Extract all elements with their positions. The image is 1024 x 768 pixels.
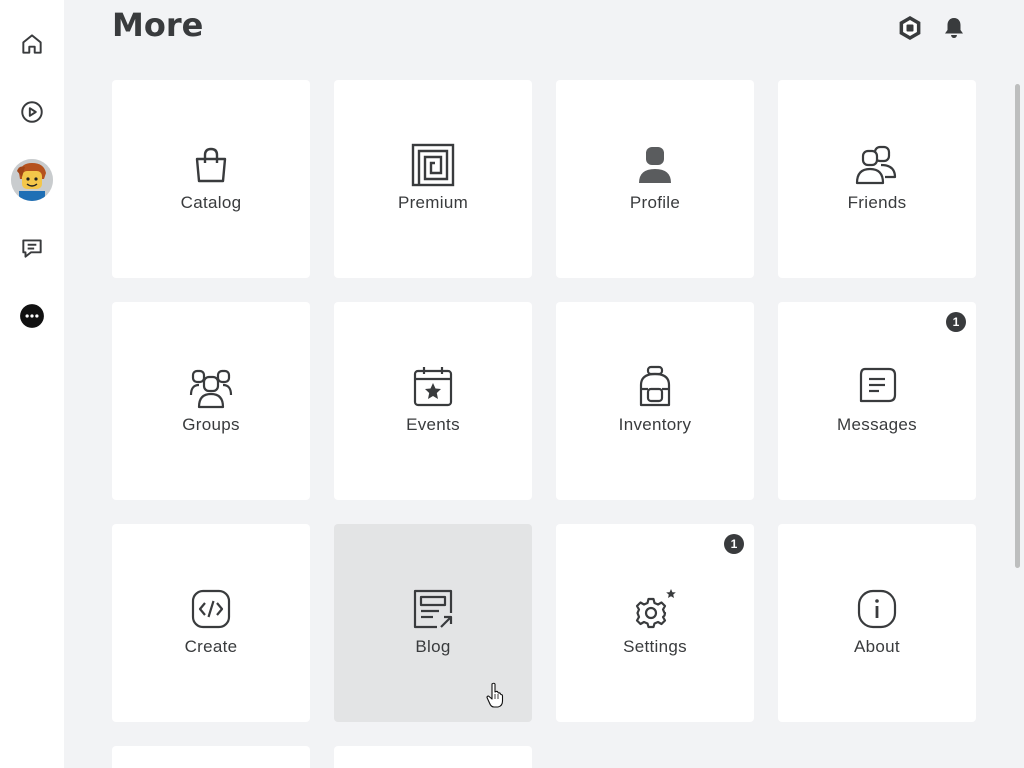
tile-label: Premium [397, 193, 469, 212]
tile-label: About [854, 637, 900, 656]
robux-icon[interactable] [896, 14, 924, 42]
more-icon [20, 304, 44, 328]
bag-icon [195, 147, 227, 183]
premium-icon [411, 143, 455, 187]
tile-friends[interactable]: Friends [778, 80, 976, 278]
tile-partial-2[interactable] [334, 746, 532, 768]
tile-label: Friends [847, 193, 907, 212]
info-icon [857, 589, 897, 629]
notification-badge: 1 [724, 534, 744, 554]
play-icon [21, 101, 43, 123]
scrollbar[interactable] [1015, 84, 1020, 568]
avatar[interactable] [11, 159, 53, 201]
nav-discover[interactable] [12, 92, 52, 132]
tile-label: Events [406, 415, 460, 434]
chat-icon [22, 239, 42, 258]
blog-icon [413, 589, 453, 629]
tile-label: Create [184, 637, 238, 656]
tile-label: Blog [415, 637, 451, 656]
tile-label: Inventory [618, 415, 692, 434]
gear-icon [635, 589, 676, 629]
person-icon [639, 147, 671, 183]
tile-catalog[interactable]: Catalog [112, 80, 310, 278]
nav-more[interactable] [12, 296, 52, 336]
tile-label: Catalog [180, 193, 242, 212]
tile-settings[interactable]: 1 Settings [556, 524, 754, 722]
tile-profile[interactable]: Profile [556, 80, 754, 278]
tile-about[interactable]: About [778, 524, 976, 722]
code-icon [191, 589, 231, 629]
page-title: More [112, 6, 204, 44]
bell-icon[interactable] [940, 14, 968, 42]
notification-badge: 1 [946, 312, 966, 332]
nav-chat[interactable] [12, 228, 52, 268]
tile-premium[interactable]: Premium [334, 80, 532, 278]
tile-label: Settings [623, 637, 687, 656]
home-icon [22, 34, 42, 54]
backpack-icon [639, 365, 671, 407]
tile-messages[interactable]: 1 Messages [778, 302, 976, 500]
tile-create[interactable]: Create [112, 524, 310, 722]
calendar-star-icon [413, 367, 453, 407]
tile-groups[interactable]: Groups [112, 302, 310, 500]
tile-partial-1[interactable] [112, 746, 310, 768]
tile-events[interactable]: Events [334, 302, 532, 500]
sidebar [0, 0, 64, 768]
tile-label: Groups [182, 415, 240, 434]
message-icon [859, 367, 897, 403]
tile-inventory[interactable]: Inventory [556, 302, 754, 500]
tile-label: Profile [629, 193, 681, 212]
nav-home[interactable] [12, 24, 52, 64]
tile-label: Messages [837, 415, 917, 434]
groups-icon [189, 369, 233, 409]
hand-cursor-icon [486, 682, 504, 708]
friends-icon [855, 145, 897, 185]
